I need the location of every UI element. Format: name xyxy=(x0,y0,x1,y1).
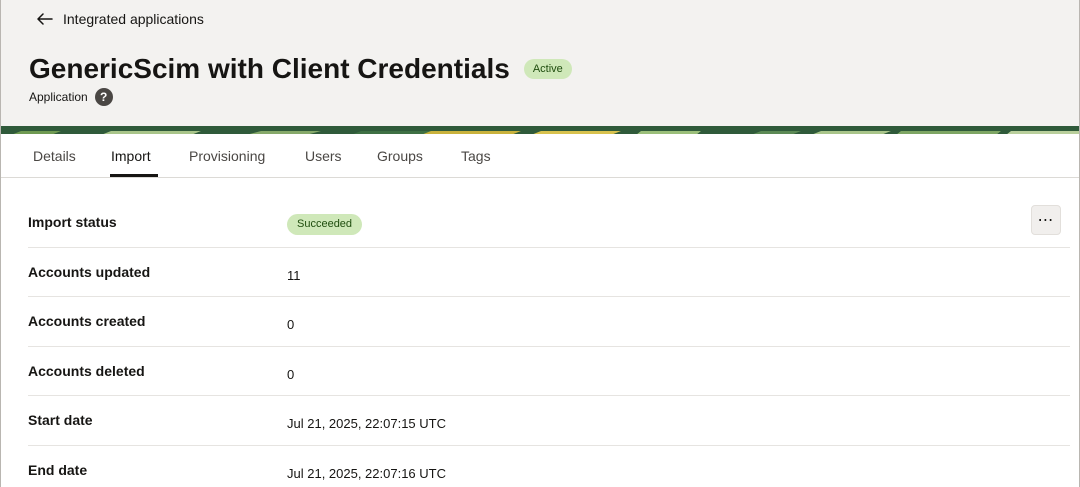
tab-users[interactable]: Users xyxy=(305,148,342,164)
row-value: Jul 21, 2025, 22:07:16 UTC xyxy=(287,465,446,481)
tab-tags[interactable]: Tags xyxy=(461,148,491,164)
tab-import[interactable]: Import xyxy=(111,148,151,164)
tab-details[interactable]: Details xyxy=(33,148,76,164)
more-actions-icon[interactable]: ⋯ xyxy=(1031,205,1061,235)
import-status-badge: Succeeded xyxy=(287,214,363,235)
detail-row-end-date: End date Jul 21, 2025, 22:07:16 UTC xyxy=(28,446,1070,487)
page-subtitle: Application xyxy=(29,90,88,104)
detail-row-accounts-created: Accounts created 0 xyxy=(28,297,1070,347)
row-value: 0 xyxy=(287,317,295,332)
help-icon[interactable]: ? xyxy=(94,88,113,106)
page-header: Integrated applications GenericScim with… xyxy=(1,0,1079,126)
import-details: Import status Succeeded Accounts updated… xyxy=(28,198,1070,487)
row-label: End date xyxy=(28,461,88,478)
title-row: GenericScim with Client Credentials Acti… xyxy=(29,52,572,86)
detail-row-start-date: Start date Jul 21, 2025, 22:07:15 UTC xyxy=(28,396,1070,446)
row-label: Start date xyxy=(28,412,93,428)
back-link-label: Integrated applications xyxy=(63,11,204,27)
row-value: 11 xyxy=(287,267,301,283)
status-badge: Active xyxy=(523,59,572,79)
tab-provisioning[interactable]: Provisioning xyxy=(189,148,265,164)
row-label: Accounts updated xyxy=(28,263,151,280)
row-label: Accounts deleted xyxy=(28,362,145,379)
row-value: Jul 21, 2025, 22:07:15 UTC xyxy=(287,416,446,431)
active-tab-indicator xyxy=(110,174,158,177)
row-value: 0 xyxy=(287,366,295,382)
subtitle-row: Application ? xyxy=(29,88,113,106)
row-label: Accounts created xyxy=(28,313,146,329)
page-title: GenericScim with Client Credentials xyxy=(29,53,510,84)
detail-row-accounts-updated: Accounts updated 11 xyxy=(28,248,1070,297)
back-link[interactable]: Integrated applications xyxy=(37,11,204,27)
back-arrow-icon xyxy=(37,13,53,25)
detail-row-accounts-deleted: Accounts deleted 0 xyxy=(28,347,1070,396)
decorative-banner xyxy=(1,126,1079,134)
detail-row-import-status: Import status Succeeded xyxy=(28,198,1070,248)
tab-bar: Details Import Provisioning Users Groups… xyxy=(1,134,1079,178)
row-label: Import status xyxy=(28,214,117,230)
tab-groups[interactable]: Groups xyxy=(377,148,423,164)
